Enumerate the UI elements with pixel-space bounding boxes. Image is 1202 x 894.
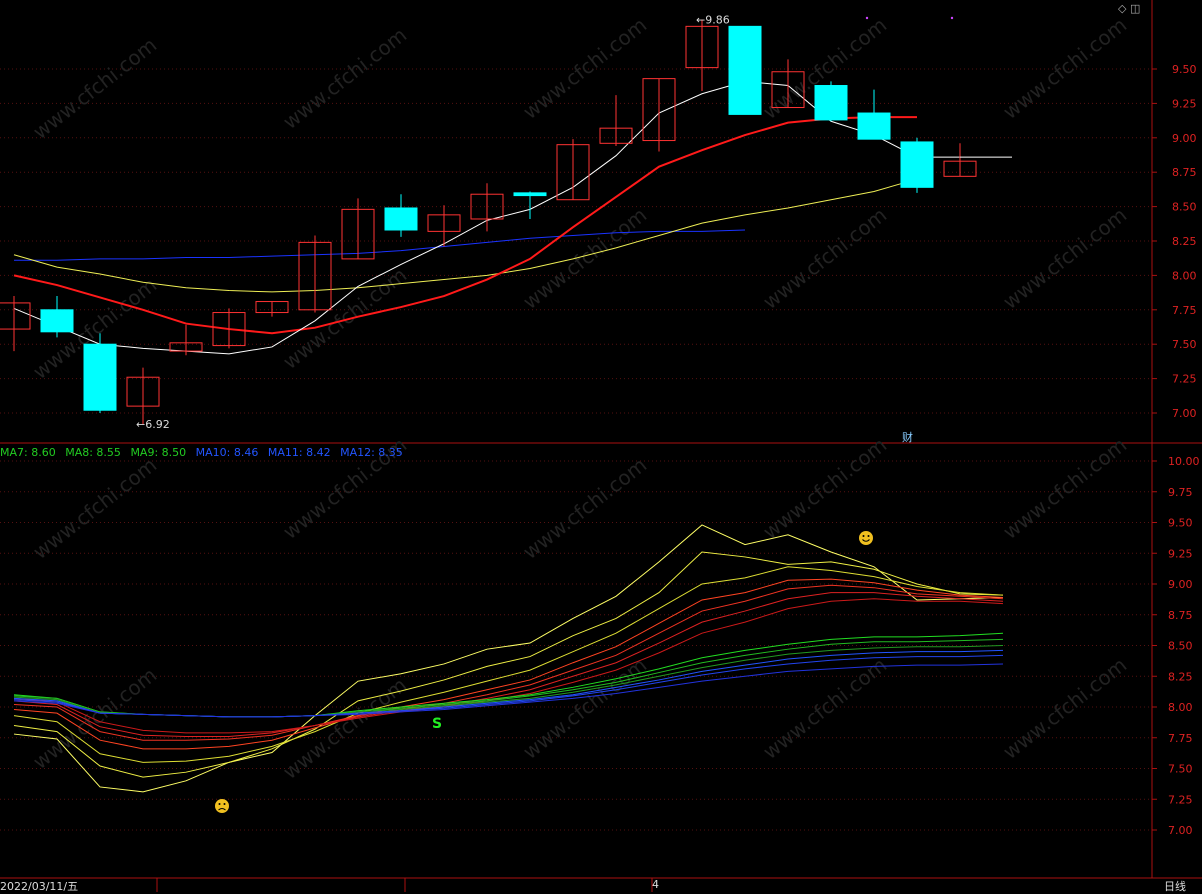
watermark-text: www.cfchi.com — [998, 203, 1131, 314]
ma-line-blue — [14, 229, 746, 261]
legend-ma12: MA12: 8.35 — [340, 446, 403, 459]
indicator-line — [13, 598, 1004, 734]
y-tick-label: 8.25 — [1172, 235, 1197, 248]
indicator-line — [13, 566, 1004, 763]
y-tick-label: 9.50 — [1168, 517, 1193, 530]
y-tick-label: 9.00 — [1172, 132, 1197, 145]
sad-face-icon-eye — [218, 803, 221, 805]
candle-body — [513, 192, 547, 197]
watermark-text: www.cfchi.com — [998, 653, 1131, 764]
indicator-line — [13, 578, 1004, 750]
y-tick-label: 8.00 — [1168, 701, 1193, 714]
watermark-text: www.cfchi.com — [28, 453, 161, 564]
y-tick-label: 8.75 — [1168, 609, 1193, 622]
legend-ma11: MA11: 8.42 — [267, 446, 331, 459]
watermark-text: www.cfchi.com — [518, 453, 651, 564]
watermark-text: www.cfchi.com — [998, 13, 1131, 124]
watermark-text: www.cfchi.com — [518, 653, 651, 764]
signal-s-marker: S — [432, 716, 442, 732]
watermark-text: www.cfchi.com — [518, 13, 651, 124]
legend-ma9: MA9: 8.50 — [130, 446, 187, 459]
y-tick-label: 9.75 — [1168, 486, 1193, 499]
toolbar-icons[interactable]: ◇ ◫ — [1118, 2, 1140, 15]
happy-face-icon-eye — [862, 535, 865, 537]
watermark-text: www.cfchi.com — [998, 433, 1131, 544]
y-tick-label: 7.00 — [1172, 407, 1197, 420]
event-dot — [950, 16, 954, 20]
y-tick-label: 9.25 — [1172, 97, 1197, 110]
y-tick-label: 7.25 — [1172, 373, 1197, 386]
y-tick-label: 10.00 — [1168, 455, 1200, 468]
y-tick-label: 8.25 — [1168, 670, 1193, 683]
ma-legend: MA7: 8.60 MA8: 8.55 MA9: 8.50 MA10: 8.46… — [0, 446, 409, 459]
y-tick-label: 8.50 — [1168, 640, 1193, 653]
watermark-text: www.cfchi.com — [278, 263, 411, 374]
legend-ma10: MA10: 8.46 — [195, 446, 259, 459]
y-tick-label: 7.50 — [1168, 763, 1193, 776]
candle-body — [384, 207, 418, 231]
finance-marker[interactable]: 财 — [902, 429, 913, 445]
y-tick-label: 7.00 — [1168, 824, 1193, 837]
watermark-text: www.cfchi.com — [758, 203, 891, 314]
legend-ma7: MA7: 8.60 — [0, 446, 56, 459]
watermark-text: www.cfchi.com — [758, 433, 891, 544]
happy-face-icon-eye — [867, 535, 870, 537]
event-dot — [865, 16, 869, 20]
candle-body — [728, 25, 762, 115]
month-tick-label: 4 — [652, 878, 659, 891]
candle-body — [40, 309, 74, 333]
watermark-text: www.cfchi.com — [28, 33, 161, 144]
indicator-line — [13, 584, 1004, 741]
happy-face-icon — [859, 531, 873, 545]
sad-face-icon-eye — [223, 803, 226, 805]
y-tick-label: 8.00 — [1172, 269, 1197, 282]
sad-face-icon — [215, 799, 229, 813]
y-tick-label: 7.50 — [1172, 338, 1197, 351]
low-price-label: ←6.92 — [136, 418, 170, 431]
watermark-text: www.cfchi.com — [278, 23, 411, 134]
y-tick-label: 9.50 — [1172, 63, 1197, 76]
watermark-text: www.cfchi.com — [28, 663, 161, 774]
candle-body — [900, 141, 934, 188]
candle-body — [857, 112, 891, 140]
y-tick-label: 9.00 — [1168, 578, 1193, 591]
y-tick-label: 7.75 — [1168, 732, 1193, 745]
high-price-label: ←9.86 — [696, 13, 730, 26]
candle-body — [814, 85, 848, 121]
y-tick-label: 9.25 — [1168, 547, 1193, 560]
candle-body — [0, 302, 31, 330]
ma-line-yellow — [13, 178, 918, 293]
y-tick-label: 7.25 — [1168, 793, 1193, 806]
candle-body — [83, 343, 117, 411]
y-tick-label: 8.50 — [1172, 201, 1197, 214]
indicator-line — [13, 551, 1004, 778]
legend-ma8: MA8: 8.55 — [65, 446, 121, 459]
y-tick-label: 8.75 — [1172, 166, 1197, 179]
y-tick-label: 7.75 — [1172, 304, 1197, 317]
